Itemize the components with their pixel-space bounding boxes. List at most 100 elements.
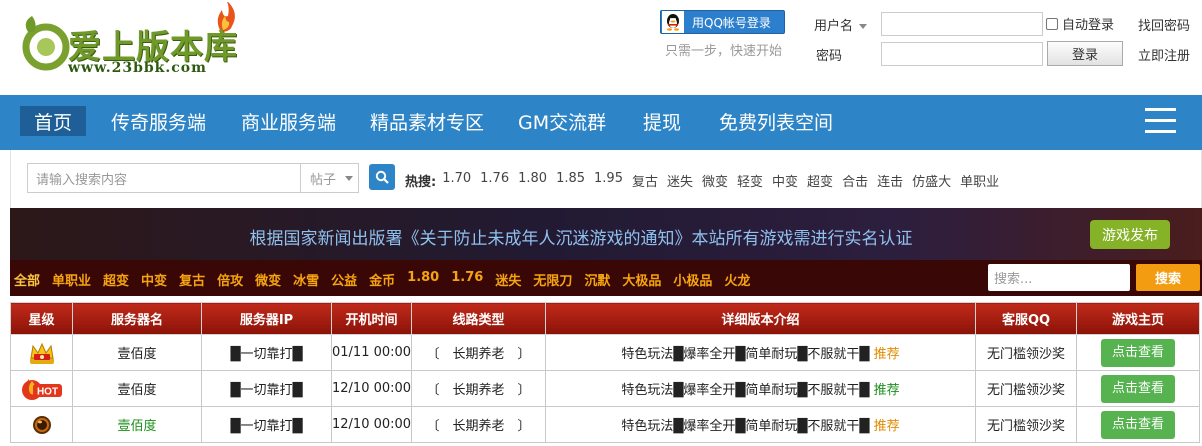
filter-item[interactable]: 倍攻 (217, 270, 243, 289)
search-input[interactable]: 请输入搜索内容 (27, 163, 300, 193)
filter-item[interactable]: 小极品 (673, 270, 712, 289)
qq-login-button[interactable]: 用QQ帐号登录 (660, 10, 785, 34)
server-name[interactable]: 壹佰度 (72, 406, 202, 443)
password-label: 密码 (816, 49, 843, 64)
hot-keyword[interactable]: 微变 (702, 171, 728, 190)
filter-item[interactable]: 冰雪 (293, 270, 319, 289)
hot-keyword[interactable]: 仿盛大 (912, 171, 951, 190)
filter-item[interactable]: 中变 (141, 270, 167, 289)
filter-search-button[interactable]: 搜索 (1136, 264, 1200, 291)
view-button[interactable]: 点击查看 (1101, 374, 1175, 403)
version-desc-text: 特色玩法█爆率全开█简单耐玩█不服就干█ (621, 419, 870, 434)
filter-item[interactable]: 单职业 (52, 270, 91, 289)
filter-item[interactable]: 金币 (369, 270, 395, 289)
filter-item[interactable]: 1.80 (407, 270, 439, 289)
filter-item[interactable]: 公益 (331, 270, 357, 289)
site-header: 爱上版本库 www.23bbk.com 用QQ帐号登录 只需一步，快速开始 用户… (0, 0, 1202, 95)
hot-keyword[interactable]: 1.70 (442, 171, 471, 190)
version-desc-text: 特色玩法█爆率全开█简单耐玩█不服就干█ (621, 347, 870, 362)
open-time: 12/10 00:00 (331, 406, 412, 443)
find-password-link[interactable]: 找回密码 (1138, 15, 1190, 34)
table-header-row: 星级 服务器名 服务器IP 开机时间 线路类型 详细版本介绍 客服QQ 游戏主页 (10, 302, 1200, 335)
nav-item-withdraw[interactable]: 提现 (643, 106, 681, 136)
chevron-down-icon (345, 175, 354, 181)
line-type: 〔 长期养老 〕 (411, 406, 546, 443)
hot-icon: HOT (21, 378, 62, 400)
server-ip: █一切靠打█ (201, 334, 332, 371)
search-button[interactable] (369, 164, 395, 190)
main-nav: 首页 传奇服务端 商业服务端 精品素材专区 GM交流群 提现 免费列表空间 (0, 95, 1202, 150)
filter-item[interactable]: 微变 (255, 270, 281, 289)
version-desc: 特色玩法█爆率全开█简单耐玩█不服就干█ 推荐 (545, 406, 976, 443)
recommend-tag: 推荐 (873, 419, 900, 434)
hot-keyword[interactable]: 迷失 (667, 171, 693, 190)
view-button[interactable]: 点击查看 (1101, 338, 1175, 367)
column-header: 服务器名 (72, 302, 202, 335)
table-row: 壹佰度 █一切靠打█ 12/10 00:00 〔 长期养老 〕 特色玩法█爆率全… (10, 406, 1200, 443)
hot-keyword[interactable]: 轻变 (737, 171, 763, 190)
nav-item-gm-group[interactable]: GM交流群 (518, 106, 606, 136)
service-qq: 无门槛领沙奖 (975, 334, 1077, 371)
username-type-select[interactable]: 用户名 (814, 15, 868, 34)
recommend-tag: 推荐 (873, 383, 900, 398)
orb-icon (32, 415, 51, 434)
filter-item[interactable]: 迷失 (495, 270, 521, 289)
filter-search-input[interactable]: 搜索... (988, 264, 1130, 291)
version-desc: 特色玩法█爆率全开█简单耐玩█不服就干█ 推荐 (545, 370, 976, 407)
username-label: 用户名 (814, 19, 854, 34)
hot-keyword[interactable]: 连击 (877, 171, 903, 190)
filter-item[interactable]: 无限刀 (533, 270, 572, 289)
server-table: 星级 服务器名 服务器IP 开机时间 线路类型 详细版本介绍 客服QQ 游戏主页… (10, 302, 1200, 443)
nav-item-home[interactable]: 首页 (20, 106, 87, 136)
menu-icon[interactable] (1145, 108, 1176, 134)
game-publish-button[interactable]: 游戏发布 (1090, 220, 1170, 249)
filter-item[interactable]: 1.76 (451, 270, 483, 289)
view-button[interactable]: 点击查看 (1101, 410, 1175, 439)
nav-item-commercial-server[interactable]: 商业服务端 (241, 106, 336, 136)
nav-item-materials[interactable]: 精品素材专区 (370, 106, 484, 136)
hot-keyword[interactable]: 中变 (772, 171, 798, 190)
site-logo[interactable]: 爱上版本库 www.23bbk.com (18, 2, 248, 84)
column-header: 开机时间 (331, 302, 412, 335)
line-type: 〔 长期养老 〕 (411, 370, 546, 407)
server-name[interactable]: 壹佰度 (72, 370, 202, 407)
server-ip: █一切靠打█ (201, 406, 332, 443)
hot-keyword[interactable]: 复古 (632, 171, 658, 190)
search-bar: 请输入搜索内容 帖子 热搜: 1.70 1.76 1.80 1.85 1.95 … (10, 150, 1202, 208)
hot-keyword[interactable]: 超变 (807, 171, 833, 190)
register-link[interactable]: 立即注册 (1138, 45, 1190, 64)
filter-item[interactable]: 大极品 (622, 270, 661, 289)
search-type-select[interactable]: 帖子 (300, 163, 359, 193)
search-type-value: 帖子 (310, 172, 337, 188)
service-qq: 无门槛领沙奖 (975, 406, 1077, 443)
hot-search-label: 热搜: (405, 175, 437, 190)
filter-item[interactable]: 全部 (14, 270, 40, 289)
checkbox-icon (1046, 17, 1058, 30)
hot-keyword[interactable]: 单职业 (960, 171, 999, 190)
table-row: 壹佰度 █一切靠打█ 01/11 00:00 〔 长期养老 〕 特色玩法█爆率全… (10, 334, 1200, 371)
chevron-down-icon (859, 24, 868, 29)
version-desc: 特色玩法█爆率全开█简单耐玩█不服就干█ 推荐 (545, 334, 976, 371)
recommend-tag: 推荐 (873, 347, 900, 362)
login-button[interactable]: 登录 (1047, 41, 1123, 66)
server-name[interactable]: 壹佰度 (72, 334, 202, 371)
qq-login-label: 用QQ帐号登录 (692, 15, 771, 30)
server-ip: █一切靠打█ (201, 370, 332, 407)
qq-penguin-icon (662, 11, 684, 33)
filter-item[interactable]: 沉默 (584, 270, 610, 289)
auto-login-checkbox[interactable]: 自动登录 (1046, 14, 1114, 33)
hot-keyword[interactable]: 1.76 (480, 171, 509, 190)
filter-item[interactable]: 复古 (179, 270, 205, 289)
hot-keyword[interactable]: 1.80 (518, 171, 547, 190)
filter-item[interactable]: 超变 (103, 270, 129, 289)
password-input[interactable] (881, 42, 1043, 66)
nav-item-legend-server[interactable]: 传奇服务端 (111, 106, 206, 136)
auto-login-label: 自动登录 (1062, 18, 1115, 33)
hot-keyword[interactable]: 1.95 (594, 171, 623, 190)
nav-item-free-list[interactable]: 免费列表空间 (719, 106, 833, 136)
hot-keyword[interactable]: 合击 (842, 171, 868, 190)
qq-login-tip: 只需一步，快速开始 (665, 44, 783, 59)
filter-item[interactable]: 火龙 (724, 270, 750, 289)
username-input[interactable] (881, 12, 1043, 36)
hot-keyword[interactable]: 1.85 (556, 171, 585, 190)
